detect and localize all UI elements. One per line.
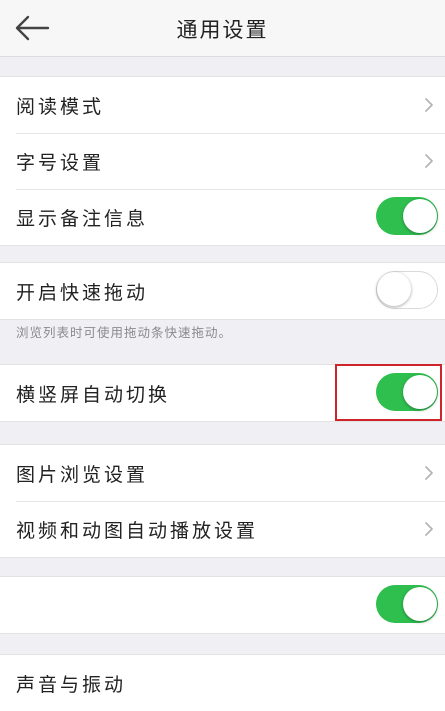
row-fast-drag: 开启快速拖动 — [0, 263, 445, 319]
row-label: 字号设置 — [16, 151, 105, 174]
row-unlabeled-toggle — [0, 577, 445, 633]
fast-drag-toggle[interactable] — [376, 271, 438, 309]
show-remarks-toggle[interactable] — [376, 197, 438, 235]
row-autoplay[interactable]: 视频和动图自动播放设置 — [0, 501, 445, 557]
row-label: 显示备注信息 — [16, 207, 149, 230]
row-font-size[interactable]: 字号设置 — [0, 133, 445, 189]
settings-group-drag: 开启快速拖动 — [0, 262, 445, 320]
fast-drag-hint: 浏览列表时可使用拖动条快速拖动。 — [16, 325, 233, 340]
row-label: 视频和动图自动播放设置 — [16, 519, 259, 542]
toggle-knob — [403, 199, 437, 233]
settings-group-sound: 声音与振动 — [0, 654, 445, 711]
chevron-right-icon — [425, 466, 433, 480]
settings-group-misc — [0, 576, 445, 634]
row-label: 图片浏览设置 — [16, 463, 149, 486]
chevron-right-icon — [425, 522, 433, 536]
row-label: 阅读模式 — [16, 95, 105, 118]
row-label: 声音与振动 — [16, 673, 127, 696]
toggle-knob — [403, 587, 437, 621]
row-image-browsing[interactable]: 图片浏览设置 — [0, 445, 445, 501]
row-show-remarks: 显示备注信息 — [0, 189, 445, 245]
row-label: 开启快速拖动 — [16, 281, 149, 304]
row-reading-mode[interactable]: 阅读模式 — [0, 77, 445, 133]
page-title: 通用设置 — [176, 18, 269, 42]
highlight-box — [335, 364, 442, 421]
settings-group-media: 图片浏览设置 视频和动图自动播放设置 — [0, 444, 445, 558]
chevron-right-icon — [425, 98, 433, 112]
settings-group-display: 阅读模式 字号设置 显示备注信息 — [0, 76, 445, 246]
toggle-knob — [377, 272, 411, 306]
nav-bar: 通用设置 — [0, 0, 445, 57]
row-label: 横竖屏自动切换 — [16, 383, 171, 406]
unlabeled-toggle[interactable] — [376, 585, 438, 623]
chevron-right-icon — [425, 154, 433, 168]
